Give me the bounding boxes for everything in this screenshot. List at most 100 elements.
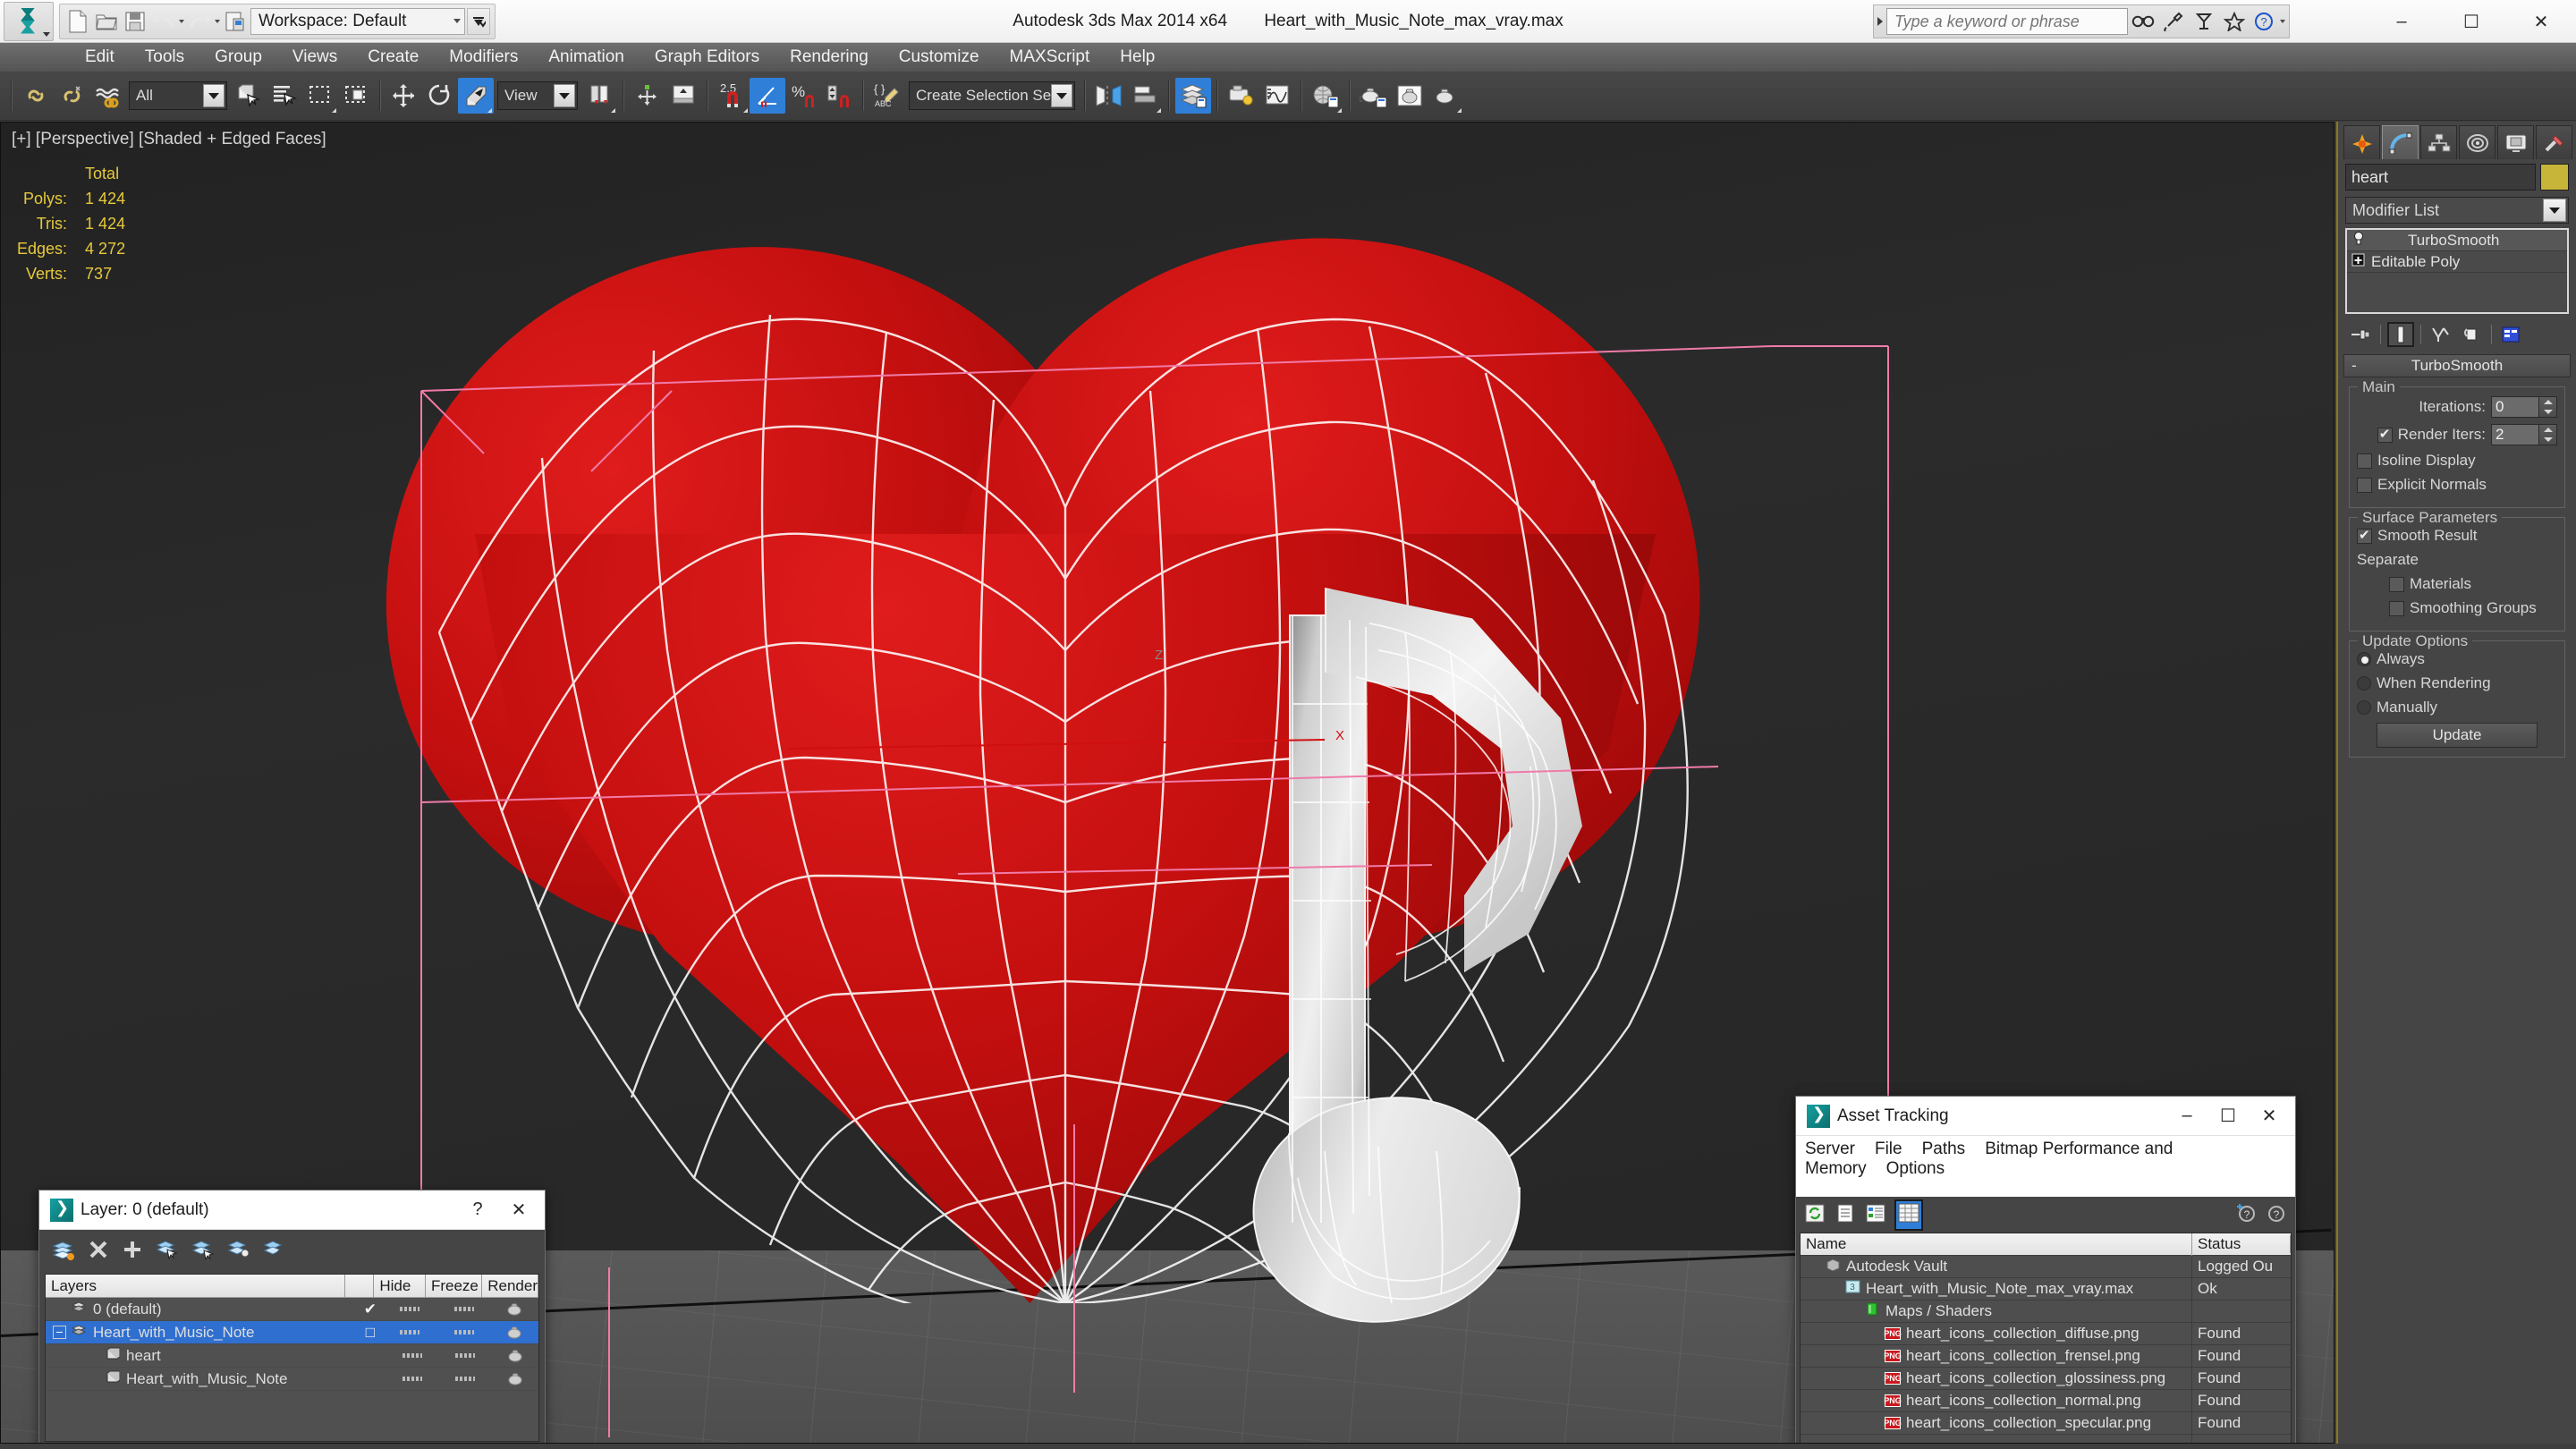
- favorites-star-icon[interactable]: [2219, 7, 2250, 36]
- grid-view-icon[interactable]: [1894, 1199, 1923, 1231]
- spinner[interactable]: [2491, 424, 2557, 445]
- modifier-list-dropdown[interactable]: Modifier List: [2345, 197, 2569, 224]
- rollout-header[interactable]: - TurboSmooth: [2343, 354, 2571, 377]
- chevron-down-icon[interactable]: [203, 84, 225, 107]
- asset-name-cell[interactable]: PNG heart_icons_collection_frensel.png: [1801, 1344, 2192, 1368]
- help-dropdown-icon[interactable]: [2280, 20, 2285, 23]
- spinner[interactable]: [2491, 396, 2557, 418]
- communication-center-icon[interactable]: [2189, 7, 2219, 36]
- layer-hide-toggle[interactable]: [384, 1298, 436, 1321]
- render-production-icon[interactable]: [1356, 78, 1392, 114]
- heart-model[interactable]: [320, 149, 1757, 1347]
- snap-toggle-icon[interactable]: 2.5: [714, 78, 750, 114]
- layer-name-cell[interactable]: 0 (default): [46, 1298, 356, 1321]
- selection-filter-combo[interactable]: All: [129, 81, 227, 110]
- create-new-layer-icon[interactable]: [52, 1239, 75, 1265]
- menu-item-tools[interactable]: Tools: [130, 43, 199, 72]
- add-selection-to-layer-icon[interactable]: [122, 1239, 143, 1265]
- menu-item-views[interactable]: Views: [277, 43, 352, 72]
- unlink-icon[interactable]: [54, 78, 89, 114]
- new-file-icon[interactable]: [64, 8, 91, 35]
- select-link-icon[interactable]: [18, 78, 54, 114]
- project-folder-icon[interactable]: [222, 8, 249, 35]
- layer-column-header[interactable]: Hide: [374, 1274, 426, 1298]
- menu-item-animation[interactable]: Animation: [533, 43, 640, 72]
- object-color-swatch[interactable]: [2540, 164, 2569, 191]
- layer-dialog[interactable]: Layer: 0 (default) ? ✕: [38, 1190, 546, 1443]
- save-file-icon[interactable]: [122, 8, 148, 35]
- asset-name-cell[interactable]: Maps / Shaders: [1801, 1300, 2192, 1323]
- modifier-stack-item[interactable]: TurboSmooth: [2347, 230, 2567, 251]
- asset-row[interactable]: PNG heart_icons_collection_specular.png Fo…: [1801, 1411, 2291, 1435]
- redo-icon[interactable]: [186, 8, 213, 35]
- layer-render-toggle[interactable]: [492, 1298, 538, 1321]
- checkbox-smoothing-groups[interactable]: [2389, 600, 2404, 616]
- display-tab[interactable]: [2497, 125, 2534, 159]
- layer-dialog-close-button[interactable]: ✕: [498, 1199, 539, 1221]
- viewport-label[interactable]: [+] [Perspective] [Shaded + Edged Faces]: [12, 130, 326, 149]
- layer-name-cell[interactable]: − Heart_with_Music_Note: [46, 1321, 356, 1344]
- asset-list[interactable]: Name Status Autodesk Vault Logged Ou 3 Heart…: [1800, 1233, 2292, 1443]
- utilities-tab[interactable]: [2536, 125, 2572, 159]
- menu-item-customize[interactable]: Customize: [884, 43, 995, 72]
- select-move-icon[interactable]: [386, 78, 422, 114]
- asset-row[interactable]: Maps / Shaders: [1801, 1300, 2291, 1323]
- plus-box-icon[interactable]: [2351, 253, 2365, 271]
- bind-space-warp-icon[interactable]: [89, 78, 125, 114]
- music-note-model[interactable]: [1233, 588, 1593, 1347]
- render-setup-icon[interactable]: [1224, 78, 1259, 114]
- app-menu-button[interactable]: [4, 1, 54, 41]
- asset-column-status[interactable]: Status: [2192, 1235, 2291, 1253]
- redo-dropdown-icon[interactable]: [215, 19, 220, 23]
- perspective-viewport[interactable]: [+] [Perspective] [Shaded + Edged Faces]…: [0, 122, 2334, 1444]
- help-icon[interactable]: ?: [2250, 7, 2280, 36]
- modify-tab[interactable]: [2382, 125, 2419, 159]
- remove-modifier-icon[interactable]: [2458, 322, 2485, 347]
- asset-name-cell[interactable]: PNG heart_icons_collection_normal.png: [1801, 1389, 2192, 1412]
- asset-row[interactable]: PNG heart_icons_collection_glossiness.png…: [1801, 1367, 2291, 1390]
- configure-modifier-sets-icon[interactable]: [2498, 322, 2525, 347]
- layer-render-toggle[interactable]: [492, 1321, 538, 1344]
- render-iterative-icon[interactable]: [1428, 78, 1463, 114]
- at-menu-options[interactable]: Options: [1886, 1159, 1945, 1178]
- asset-tracking-window[interactable]: Asset Tracking – ☐ ✕ Server File PathsBitm…: [1795, 1096, 2296, 1443]
- menu-item-edit[interactable]: Edit: [70, 43, 130, 72]
- motion-tab[interactable]: [2459, 125, 2496, 159]
- use-selection-center-icon[interactable]: [630, 78, 665, 114]
- layer-row[interactable]: Heart_with_Music_Note: [46, 1368, 538, 1391]
- undo-icon[interactable]: [150, 8, 177, 35]
- select-object-icon[interactable]: [231, 78, 267, 114]
- layer-column-header[interactable]: Freeze: [426, 1274, 483, 1298]
- spinner-snap-icon[interactable]: [821, 78, 857, 114]
- radio-always[interactable]: [2357, 652, 2371, 666]
- menu-item-create[interactable]: Create: [352, 43, 434, 72]
- modifier-stack-item[interactable]: Editable Poly: [2347, 251, 2567, 273]
- layer-active-checkbox[interactable]: ✔: [356, 1298, 384, 1321]
- window-crossing-icon[interactable]: [338, 78, 374, 114]
- select-highlighted-objects-icon[interactable]: [191, 1239, 215, 1265]
- refresh-icon[interactable]: [1803, 1202, 1826, 1228]
- open-file-icon[interactable]: [93, 8, 120, 35]
- curve-editor-icon[interactable]: [1259, 78, 1295, 114]
- spinner-arrows[interactable]: [2539, 424, 2557, 445]
- asset-tracking-close-button[interactable]: ✕: [2249, 1105, 2290, 1127]
- layer-list[interactable]: Layers Hide Freeze Render 0 (default) ✔ − Hear…: [45, 1274, 539, 1442]
- at-menu-file[interactable]: File: [1875, 1140, 1902, 1158]
- create-tab[interactable]: [2343, 125, 2380, 159]
- align-icon[interactable]: [665, 78, 701, 114]
- detail-view-icon[interactable]: [1864, 1202, 1887, 1228]
- at-menu-bitmap-performance-and-memory[interactable]: Bitmap Performance and Memory: [1805, 1140, 2173, 1178]
- workspace-selector[interactable]: Workspace: Default: [250, 7, 465, 35]
- layer-row[interactable]: heart: [46, 1344, 538, 1368]
- asset-row[interactable]: [1801, 1434, 2291, 1443]
- render-frame-window-icon[interactable]: [1392, 78, 1428, 114]
- layer-column-header[interactable]: Layers: [46, 1274, 346, 1298]
- align-tool-icon[interactable]: [1127, 78, 1163, 114]
- undo-dropdown-icon[interactable]: [179, 19, 184, 23]
- layer-active-checkbox[interactable]: [360, 1344, 386, 1368]
- layer-render-toggle[interactable]: [493, 1368, 538, 1391]
- rectangular-select-icon[interactable]: [302, 78, 338, 114]
- search-icon[interactable]: [2128, 7, 2158, 36]
- delete-layer-icon[interactable]: [88, 1239, 109, 1265]
- asset-name-cell[interactable]: PNG heart_icons_collection_glossiness.png: [1801, 1367, 2192, 1390]
